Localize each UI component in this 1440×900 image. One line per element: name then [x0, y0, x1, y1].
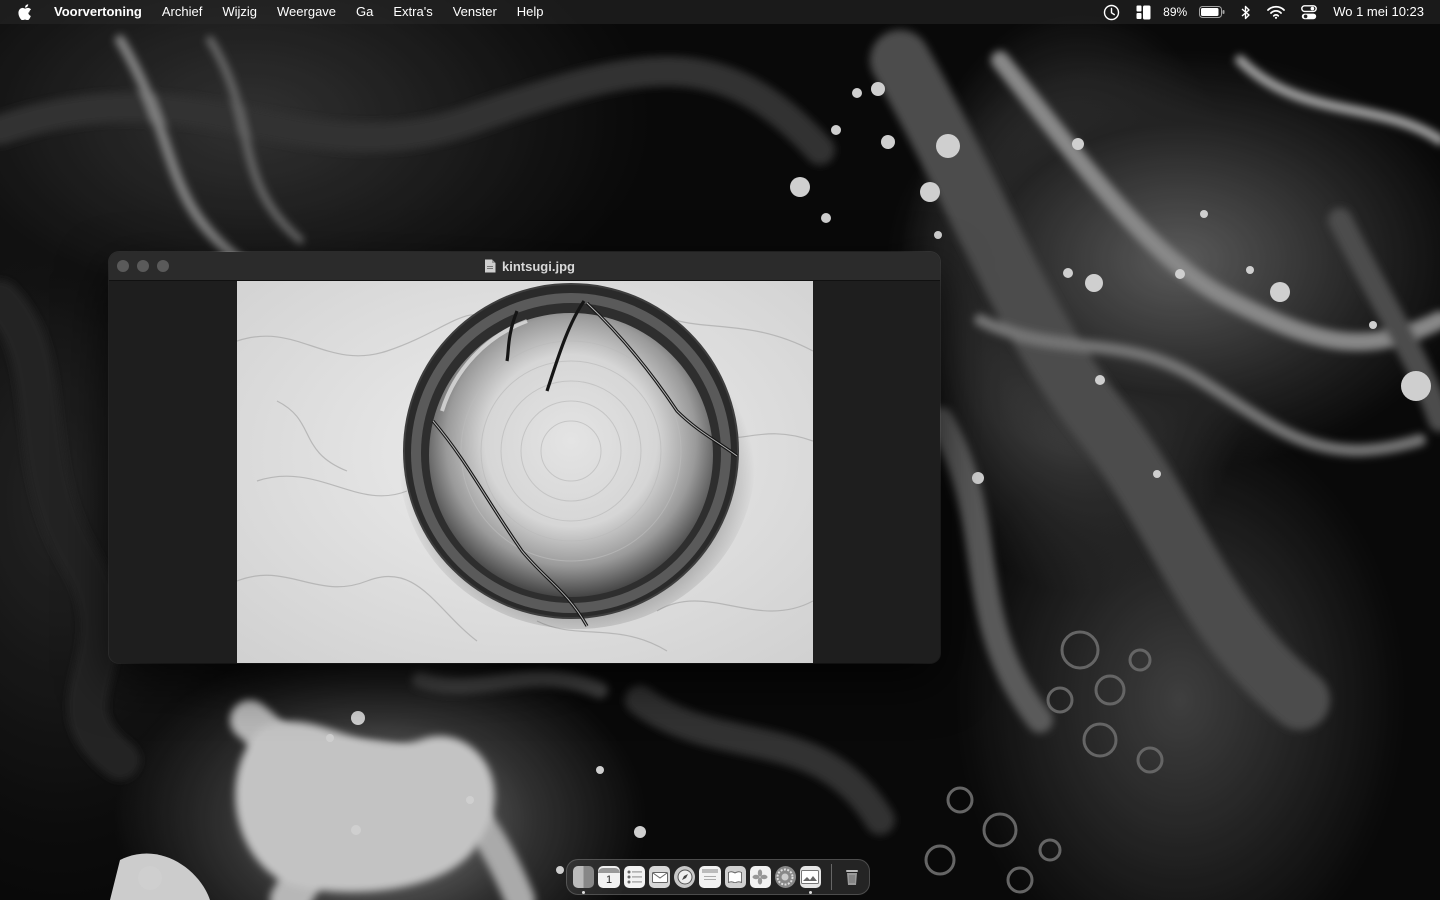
- wifi-icon[interactable]: [1259, 0, 1293, 24]
- bluetooth-icon[interactable]: [1233, 0, 1259, 24]
- battery-percentage: 89%: [1163, 5, 1188, 19]
- menu-app-name[interactable]: Voorvertoning: [44, 0, 152, 24]
- preview-icon[interactable]: [799, 866, 821, 894]
- window-title: kintsugi.jpg: [484, 259, 575, 274]
- menu-extras[interactable]: Extra's: [383, 0, 442, 24]
- finder-icon[interactable]: [573, 866, 595, 894]
- menu-bar-extras: 89% Wo 1 mei 10:23: [1095, 0, 1428, 24]
- menu-bar-left: Voorvertoning Archief Wijzig Weergave Ga…: [18, 0, 1095, 24]
- window-title-text: kintsugi.jpg: [502, 258, 575, 274]
- close-button[interactable]: [117, 260, 129, 272]
- books-icon[interactable]: [724, 866, 746, 888]
- notes-icon[interactable]: [699, 866, 721, 888]
- image-viewer-area: [109, 281, 940, 663]
- trash-icon[interactable]: [842, 866, 863, 888]
- preview-window: kintsugi.jpg: [109, 252, 940, 663]
- dock-separator: [830, 864, 832, 890]
- menu-venster[interactable]: Venster: [443, 0, 507, 24]
- zoom-button[interactable]: [157, 260, 169, 272]
- dock: 1: [566, 859, 870, 895]
- minimize-button[interactable]: [137, 260, 149, 272]
- reminders-icon[interactable]: [624, 866, 646, 888]
- control-center-icon[interactable]: [1293, 0, 1325, 24]
- menu-ga[interactable]: Ga: [346, 0, 383, 24]
- document-icon: [485, 259, 496, 273]
- menu-archief[interactable]: Archief: [152, 0, 212, 24]
- running-indicator: [808, 891, 812, 894]
- battery-icon[interactable]: [1191, 0, 1233, 24]
- stage-manager-icon[interactable]: [1128, 0, 1159, 24]
- safari-icon[interactable]: [674, 866, 696, 888]
- running-indicator: [582, 891, 586, 894]
- kintsugi-image: [237, 281, 813, 663]
- photos-icon[interactable]: [749, 866, 771, 888]
- window-titlebar[interactable]: kintsugi.jpg: [109, 252, 940, 281]
- menu-wijzig[interactable]: Wijzig: [212, 0, 267, 24]
- time-machine-icon[interactable]: [1095, 0, 1128, 24]
- window-controls: [117, 260, 169, 272]
- calendar-day: 1: [606, 873, 613, 886]
- menu-bar: Voorvertoning Archief Wijzig Weergave Ga…: [0, 0, 1440, 24]
- menu-bar-clock[interactable]: Wo 1 mei 10:23: [1325, 0, 1428, 24]
- menu-weergave[interactable]: Weergave: [267, 0, 346, 24]
- calendar-icon[interactable]: 1: [598, 866, 621, 888]
- system-settings-icon[interactable]: [774, 866, 796, 888]
- mail-icon[interactable]: [649, 866, 671, 888]
- menu-help[interactable]: Help: [507, 0, 554, 24]
- apple-menu-icon[interactable]: [18, 3, 34, 21]
